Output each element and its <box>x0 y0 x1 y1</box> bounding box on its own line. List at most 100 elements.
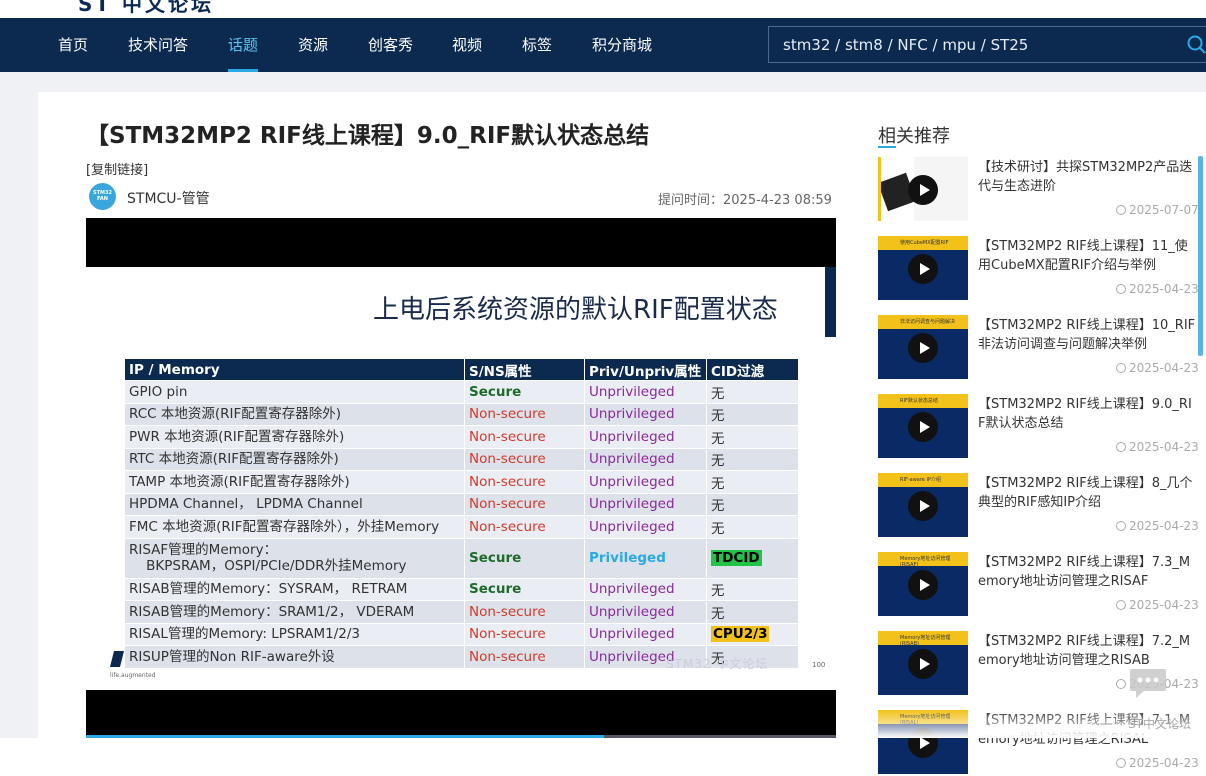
recommendation-thumbnail[interactable]: RIF默认状态总结 <box>878 394 968 458</box>
play-icon[interactable] <box>908 175 938 205</box>
recommendation-date: 2025-04-23 <box>1116 440 1199 454</box>
table-cell-text: Unprivileged <box>589 383 675 400</box>
recommendation-date-text: 2025-04-23 <box>1129 282 1199 296</box>
chat-icon[interactable] <box>1128 665 1168 701</box>
table-header-cell: IP / Memory <box>124 358 465 381</box>
st-logo-icon <box>110 651 124 667</box>
table-cell-text: 无 <box>711 475 725 492</box>
nav-item-3[interactable]: 资源 <box>298 18 328 72</box>
table-cell-text: Non-secure <box>469 451 546 468</box>
play-icon[interactable] <box>908 649 938 679</box>
nav-item-4[interactable]: 创客秀 <box>368 18 413 72</box>
sidebar-scrollbar[interactable] <box>1198 156 1203 356</box>
site-logo[interactable]: ST 中文论坛 <box>78 0 214 17</box>
table-cell: Non-secure <box>464 622 585 646</box>
nav-item-5[interactable]: 视频 <box>452 18 482 72</box>
nav-item-7[interactable]: 积分商城 <box>592 18 652 72</box>
ask-time-label: 提问时间： <box>658 193 724 208</box>
table-row: RISAF管理的Memory： BKPSRAM，OSPI/PCIe/DDR外挂M… <box>124 537 799 579</box>
table-cell: RISUP管理的Non RIF-aware外设 <box>124 645 465 669</box>
thumb-title: Memory地址访问管理(RISAF) <box>900 556 951 568</box>
recommendation-title[interactable]: 【STM32MP2 RIF线上课程】8_几个典型的RIF感知IP介绍 <box>978 474 1198 512</box>
search-input[interactable] <box>769 27 1169 62</box>
table-cell: 无 <box>706 577 799 601</box>
table-cell: 无 <box>706 447 799 471</box>
table-cell-text: 无 <box>711 605 725 622</box>
recommendation-item[interactable]: 使用CubeMX配置RIF 【STM32MP2 RIF线上课程】11_使用Cube… <box>878 236 1203 302</box>
thumb-title-bar: RIF默认状态总结 <box>878 394 968 408</box>
ask-time-value: 2025-4-23 08:59 <box>723 193 832 208</box>
play-icon[interactable] <box>908 412 938 442</box>
recommendation-item[interactable]: 【技术研讨】共探STM32MP2产品迭代与生态进阶 2025-07-07 <box>878 157 1203 223</box>
recommendation-title[interactable]: 【STM32MP2 RIF线上课程】11_使用CubeMX配置RIF介绍与举例 <box>978 237 1198 275</box>
play-icon[interactable] <box>908 333 938 363</box>
slide-page-number: 100 <box>812 661 826 669</box>
table-row: RISAL管理的Memory: LPSRAM1/2/3 Non-secure Unp… <box>124 622 799 646</box>
nav-item-6[interactable]: 标签 <box>522 18 552 72</box>
rif-table: IP / Memory S/NS属性 Priv/Unpriv属性 CID过滤 GPIO… <box>124 358 799 669</box>
play-icon[interactable] <box>908 491 938 521</box>
recommendation-thumbnail[interactable]: Memory地址访问管理(RISAB) <box>878 631 968 695</box>
play-icon[interactable] <box>908 570 938 600</box>
table-body: GPIO pin Secure Unprivileged 无 RCC 本地资源(RIF配… <box>124 380 799 669</box>
table-cell-text: 无 <box>711 430 725 447</box>
table-cell-text: Non-secure <box>469 428 546 445</box>
nav-item-2[interactable]: 话题 <box>228 18 259 72</box>
table-cell-text: RISUP管理的Non RIF-aware外设 <box>129 648 335 665</box>
table-cell-text: Unprivileged <box>589 626 675 643</box>
table-cell: Unprivileged <box>584 447 707 471</box>
thumb-title-bar: 非法访问调查与问题解决 <box>878 315 968 329</box>
table-header-row: IP / Memory S/NS属性 Priv/Unpriv属性 CID过滤 <box>124 358 799 381</box>
thumb-title: 使用CubeMX配置RIF <box>900 240 949 246</box>
recommendation-thumbnail[interactable]: RIF-aware IP介绍 <box>878 473 968 537</box>
thumb-title-bar: Memory地址访问管理(RISAB) <box>878 631 968 647</box>
thumb-title: RIF-aware IP介绍 <box>900 477 941 483</box>
table-cell-text: CPU2/3 <box>711 626 770 643</box>
table-cell: RISAL管理的Memory: LPSRAM1/2/3 <box>124 622 465 646</box>
recommendation-title[interactable]: 【STM32MP2 RIF线上课程】7.3_Memory地址访问管理之RISAF <box>978 553 1198 591</box>
table-cell-text: Unprivileged <box>589 451 675 468</box>
table-cell-text: TDCID <box>711 550 762 566</box>
recommendation-item[interactable]: 非法访问调查与问题解决 【STM32MP2 RIF线上课程】10_RIF非法访问调… <box>878 315 1203 381</box>
recommendation-thumbnail[interactable]: 非法访问调查与问题解决 <box>878 315 968 379</box>
recommendation-item[interactable]: RIF默认状态总结 【STM32MP2 RIF线上课程】9.0_RIF默认状态总结… <box>878 394 1203 460</box>
table-cell: Non-secure <box>464 645 585 669</box>
recommendation-thumbnail[interactable]: 使用CubeMX配置RIF <box>878 236 968 300</box>
recommendation-title[interactable]: 【STM32MP2 RIF线上课程】9.0_RIF默认状态总结 <box>978 395 1198 433</box>
recommendation-date: 2025-04-23 <box>1116 519 1199 533</box>
recommendation-title[interactable]: 【STM32MP2 RIF线上课程】10_RIF非法访问调查与问题解决举例 <box>978 316 1198 354</box>
table-row: RISAB管理的Memory：SRAM1/2， VDERAM Non-secure… <box>124 600 799 624</box>
video-player[interactable]: 上电后系统资源的默认RIF配置状态 IP / Memory S/NS属性 Priv/… <box>86 218 836 738</box>
table-cell: Unprivileged <box>584 600 707 624</box>
table-cell: 无 <box>706 600 799 624</box>
table-cell: Non-secure <box>464 402 585 426</box>
table-cell-text: Unprivileged <box>589 648 675 665</box>
table-cell: 无 <box>706 492 799 516</box>
table-row: RTC 本地资源(RIF配置寄存器除外) Non-secure Unprivileg… <box>124 447 799 471</box>
copy-link[interactable]: [复制链接] <box>86 159 148 178</box>
avatar[interactable]: STM32 FAN <box>89 183 116 210</box>
clock-icon <box>1116 758 1126 768</box>
author-name[interactable]: STMCU-管管 <box>127 188 210 208</box>
recommendation-thumbnail[interactable]: Memory地址访问管理(RISAF) <box>878 552 968 616</box>
recommendation-date-text: 2025-04-23 <box>1129 598 1199 612</box>
recommendation-title[interactable]: 【技术研讨】共探STM32MP2产品迭代与生态进阶 <box>978 158 1198 196</box>
search-icon[interactable] <box>1187 35 1206 55</box>
table-cell: FMC 本地资源(RIF配置寄存器除外），外挂Memory <box>124 515 465 539</box>
forum-label[interactable]: ST中文论坛 <box>1128 715 1191 732</box>
table-cell-text: RISAL管理的Memory: LPSRAM1/2/3 <box>129 626 361 643</box>
clock-icon <box>1116 284 1126 294</box>
table-cell-text: Privileged <box>589 550 666 566</box>
recommendation-item[interactable]: Memory地址访问管理(RISAF) 【STM32MP2 RIF线上课程】7.3… <box>878 552 1203 618</box>
recommendation-thumbnail[interactable] <box>878 157 968 221</box>
avatar-text: STM32 FAN <box>93 190 112 202</box>
recommendation-item[interactable]: RIF-aware IP介绍 【STM32MP2 RIF线上课程】8_几个典型的R… <box>878 473 1203 539</box>
table-cell: Unprivileged <box>584 492 707 516</box>
nav-item-0[interactable]: 首页 <box>58 18 88 72</box>
recommendation-date: 2025-07-07 <box>1116 203 1199 217</box>
table-cell-text: Non-secure <box>469 603 546 620</box>
table-cell: Non-secure <box>464 470 585 494</box>
nav-item-1[interactable]: 技术问答 <box>128 18 188 72</box>
play-icon[interactable] <box>908 254 938 284</box>
sidebar-title: 相关推荐 <box>878 126 950 147</box>
